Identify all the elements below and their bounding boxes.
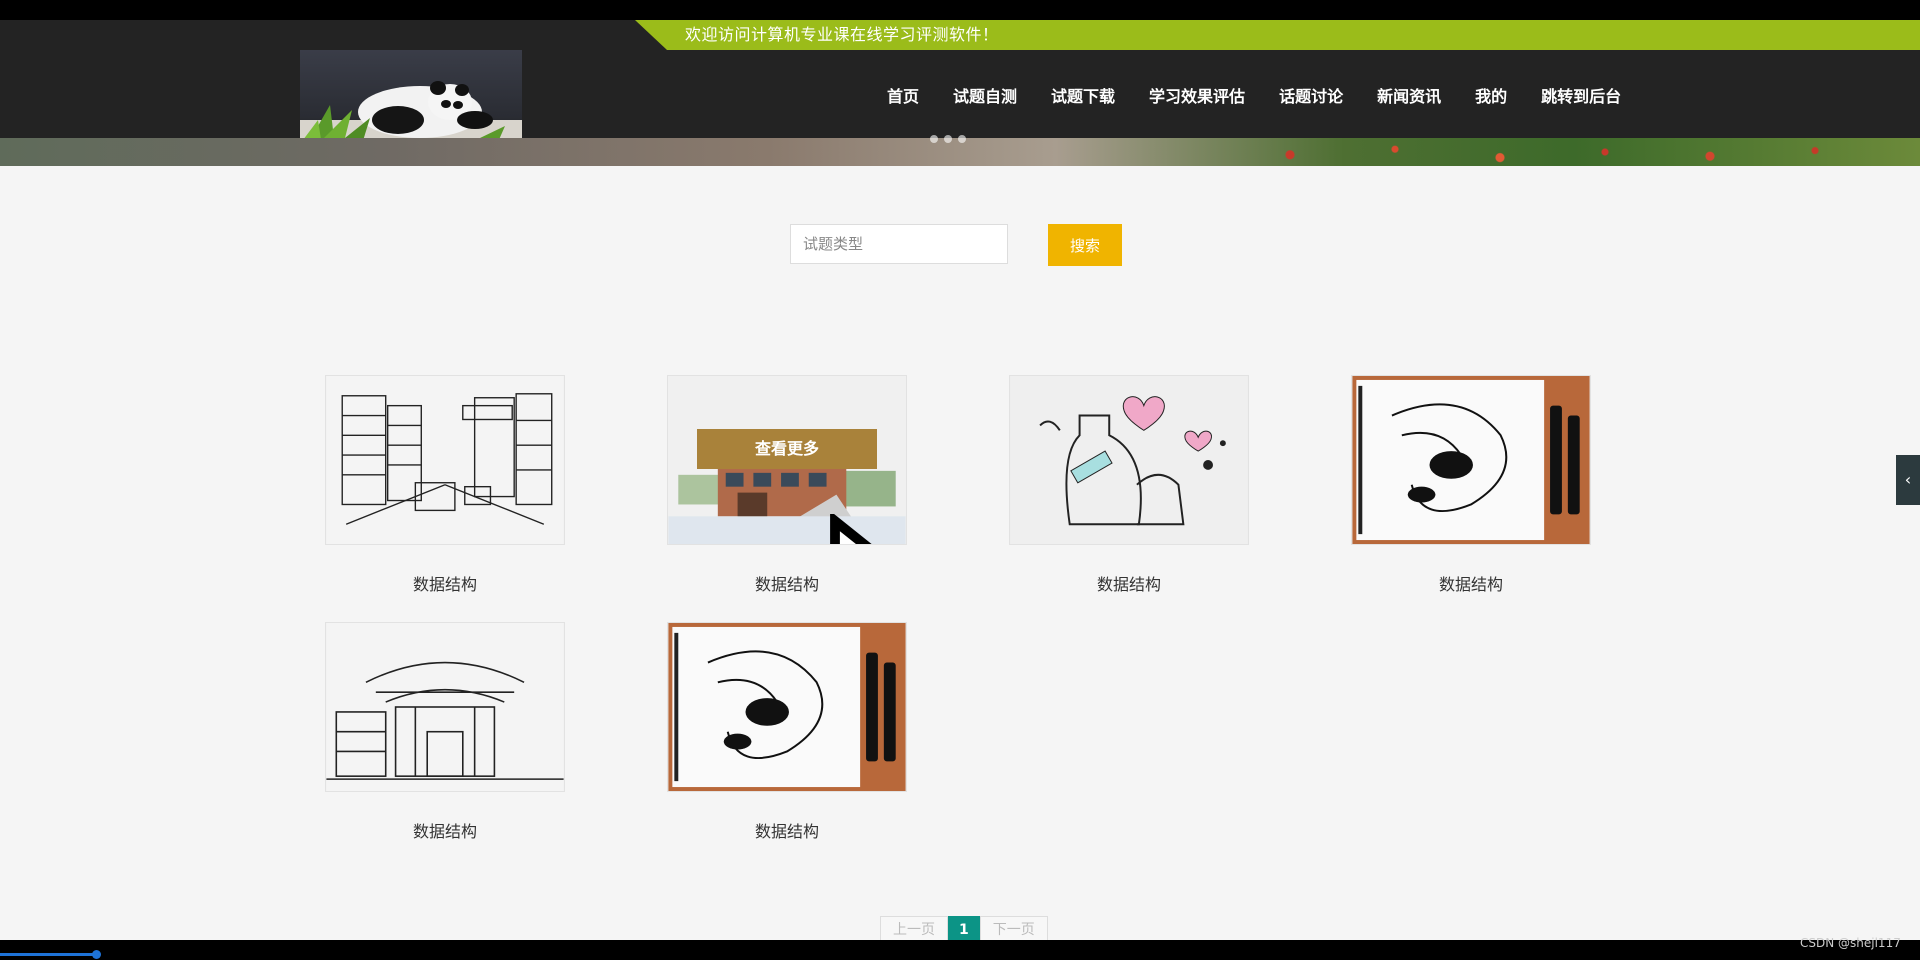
nav-home[interactable]: 首页 [870,80,936,114]
card-caption[interactable]: 数据结构 [667,818,907,842]
card-thumbnail[interactable]: 查看更多 [667,375,907,545]
watermark: CSDN @shejl117 [1800,936,1901,950]
banner-dot[interactable] [944,135,952,143]
bottles-hearts-image [1010,376,1248,544]
banner-dot[interactable] [958,135,966,143]
street-sketch-image [326,376,564,544]
main-nav: 首页 试题自测 试题下载 学习效果评估 话题讨论 新闻资讯 我的 跳转到后台 [870,80,1638,114]
mouse-cursor-icon [830,514,872,544]
search-input[interactable] [790,224,1008,264]
panda-logo[interactable] [300,50,522,146]
video-progress-knob[interactable] [92,950,101,959]
welcome-bar: 欢迎访问计算机专业课在线学习评测软件！ [635,20,1920,50]
card-caption[interactable]: 数据结构 [325,818,565,842]
bottom-black-bar [0,940,1920,960]
card-thumbnail[interactable] [325,375,565,545]
nav-discussion[interactable]: 话题讨论 [1262,80,1360,114]
card-thumbnail[interactable] [325,622,565,792]
search-area: 搜索 [790,224,1122,266]
banner-dot[interactable] [930,135,938,143]
dragon-drawing-image [1352,376,1590,544]
side-collapse-tab[interactable]: ‹ [1896,455,1920,505]
video-progress-bar[interactable] [0,953,96,956]
view-more-button[interactable]: 查看更多 [697,429,877,469]
banner-dots [930,135,966,143]
banner-flowers [1220,138,1920,166]
panda-logo-image [300,81,522,146]
card-6[interactable]: 数据结构 [667,622,907,841]
card-1[interactable]: 数据结构 [325,375,565,594]
nav-self-test[interactable]: 试题自测 [936,80,1034,114]
nav-download[interactable]: 试题下载 [1034,80,1132,114]
site-header: 欢迎访问计算机专业课在线学习评测软件！ 首页 试题自测 试题下载 学习效果评估 … [0,20,1920,146]
card-caption[interactable]: 数据结构 [1009,571,1249,595]
pagination: 上一页 1 下一页 [880,916,1048,944]
card-thumbnail[interactable] [1351,375,1591,545]
card-caption[interactable]: 数据结构 [325,571,565,595]
card-thumbnail[interactable] [667,622,907,792]
nav-admin[interactable]: 跳转到后台 [1524,80,1638,114]
card-caption[interactable]: 数据结构 [1351,571,1591,595]
chinese-gate-sketch-image [326,623,564,791]
card-5[interactable]: 数据结构 [325,622,565,841]
dragon-drawing-image [668,623,906,791]
card-3[interactable]: 数据结构 [1009,375,1249,594]
search-button[interactable]: 搜索 [1048,224,1122,266]
card-2[interactable]: 查看更多 数据结构 [667,375,907,594]
welcome-text: 欢迎访问计算机专业课在线学习评测软件！ [685,25,999,44]
nav-evaluation[interactable]: 学习效果评估 [1132,80,1262,114]
card-thumbnail[interactable] [1009,375,1249,545]
chevron-left-icon: ‹ [1904,470,1912,489]
top-black-bar [0,0,1920,20]
nav-mine[interactable]: 我的 [1458,80,1524,114]
card-caption[interactable]: 数据结构 [667,571,907,595]
card-4[interactable]: 数据结构 [1351,375,1591,594]
nav-news[interactable]: 新闻资讯 [1360,80,1458,114]
